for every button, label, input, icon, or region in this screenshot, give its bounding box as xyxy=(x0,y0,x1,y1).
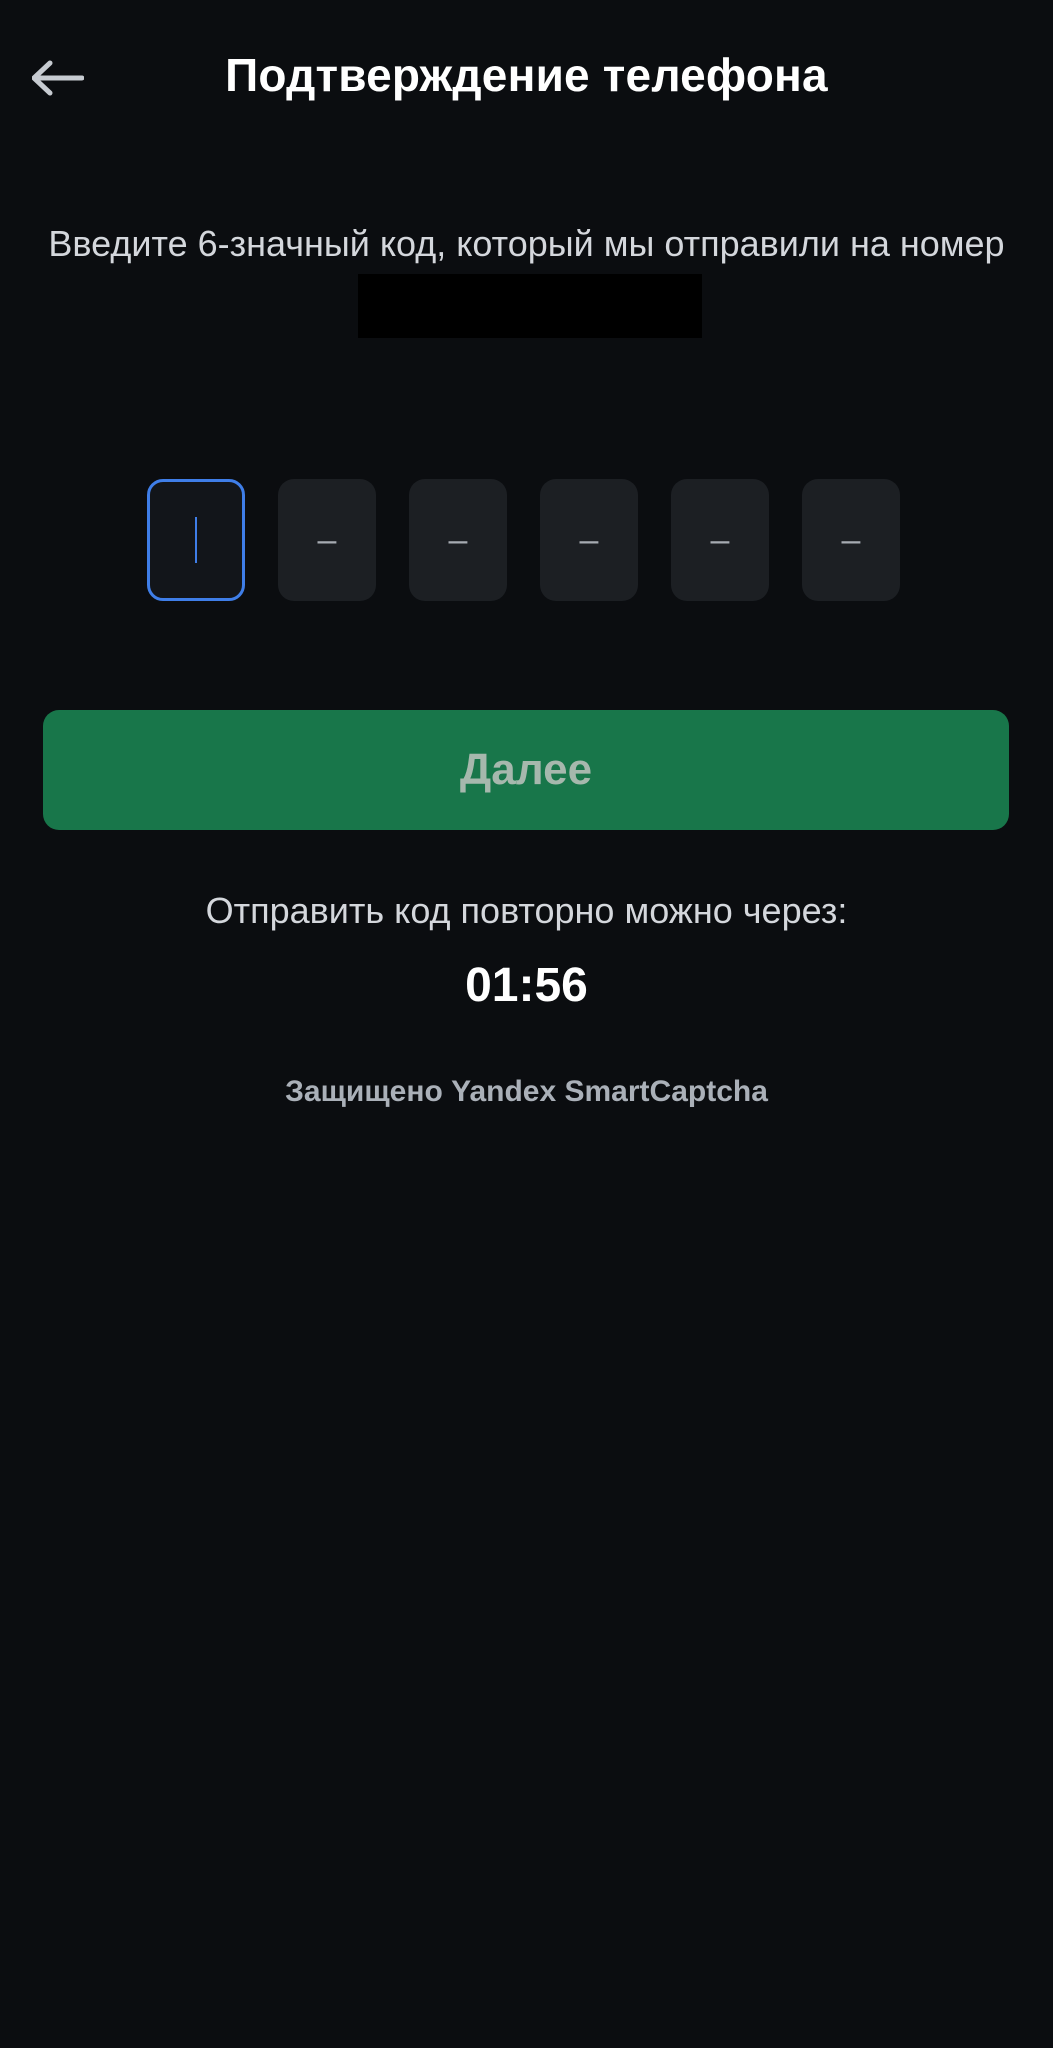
page-title: Подтверждение телефона xyxy=(225,49,828,101)
code-digit-4[interactable]: – xyxy=(540,479,638,601)
digit-placeholder: – xyxy=(710,521,730,559)
digit-placeholder: – xyxy=(579,521,599,559)
digit-placeholder: – xyxy=(841,521,861,559)
masked-phone-number xyxy=(357,274,702,339)
code-digit-5[interactable]: – xyxy=(671,479,769,601)
captcha-notice: Защищено Yandex SmartCaptcha xyxy=(285,1075,768,1108)
code-digit-1[interactable] xyxy=(147,479,245,601)
instruction-text: Введите 6-значный код, который мы отправ… xyxy=(40,212,1013,342)
code-digit-6[interactable]: – xyxy=(802,479,900,601)
resend-info: Отправить код повторно можно через: xyxy=(205,890,848,931)
digit-placeholder: – xyxy=(448,521,468,559)
header: Подтверждение телефона xyxy=(0,0,1053,160)
digit-placeholder: – xyxy=(317,521,337,559)
code-digit-2[interactable]: – xyxy=(278,479,376,601)
text-caret xyxy=(195,517,197,563)
instruction-label: Введите 6-значный код, который мы отправ… xyxy=(48,223,1005,264)
code-digit-3[interactable]: – xyxy=(409,479,507,601)
next-button[interactable]: Далее xyxy=(43,710,1009,830)
code-input-row: – – – – – xyxy=(147,479,900,601)
resend-timer: 01:56 xyxy=(465,959,588,1012)
